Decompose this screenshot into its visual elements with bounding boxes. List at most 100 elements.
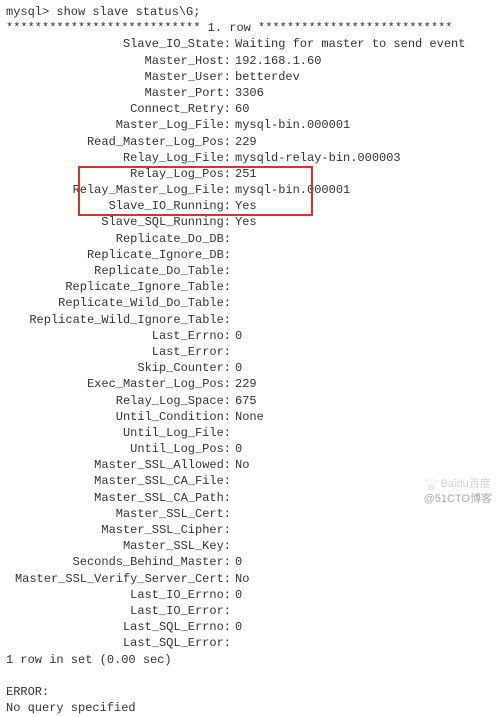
status-field-label: Replicate_Ignore_Table: bbox=[6, 279, 231, 295]
status-field-value: 0 bbox=[231, 587, 242, 603]
status-field-label: Replicate_Do_DB: bbox=[6, 231, 231, 247]
status-fields: Slave_IO_State:Waiting for master to sen… bbox=[6, 36, 494, 651]
status-field-label: Replicate_Wild_Ignore_Table: bbox=[6, 312, 231, 328]
status-field-row: Relay_Log_Pos:251 bbox=[6, 166, 494, 182]
status-field-value: 675 bbox=[231, 393, 257, 409]
blank-line bbox=[6, 668, 494, 684]
status-field-row: Relay_Log_File:mysqld-relay-bin.000003 bbox=[6, 150, 494, 166]
status-field-row: Last_SQL_Error: bbox=[6, 635, 494, 651]
status-field-value: mysqld-relay-bin.000003 bbox=[231, 150, 401, 166]
status-field-row: Until_Log_Pos:0 bbox=[6, 441, 494, 457]
status-field-value: 229 bbox=[231, 134, 257, 150]
row-header: *************************** 1. row *****… bbox=[6, 20, 494, 36]
status-field-label: Master_SSL_CA_File: bbox=[6, 473, 231, 489]
status-field-row: Relay_Log_Space:675 bbox=[6, 393, 494, 409]
status-field-value: Waiting for master to send event bbox=[231, 36, 465, 52]
status-field-row: Last_Error: bbox=[6, 344, 494, 360]
status-field-label: Master_SSL_Verify_Server_Cert: bbox=[6, 571, 231, 587]
status-field-row: Replicate_Ignore_Table: bbox=[6, 279, 494, 295]
status-field-value: betterdev bbox=[231, 69, 300, 85]
status-field-label: Until_Log_Pos: bbox=[6, 441, 231, 457]
status-field-label: Replicate_Wild_Do_Table: bbox=[6, 295, 231, 311]
status-field-label: Slave_IO_Running: bbox=[6, 198, 231, 214]
status-field-row: Master_SSL_CA_Path: bbox=[6, 490, 494, 506]
status-field-value: No bbox=[231, 457, 249, 473]
status-field-label: Master_SSL_Cipher: bbox=[6, 522, 231, 538]
status-field-value: 251 bbox=[231, 166, 257, 182]
error-message: No query specified bbox=[6, 700, 494, 716]
status-field-row: Skip_Counter:0 bbox=[6, 360, 494, 376]
status-field-label: Master_Port: bbox=[6, 85, 231, 101]
status-field-label: Read_Master_Log_Pos: bbox=[6, 134, 231, 150]
status-field-label: Last_Error: bbox=[6, 344, 231, 360]
status-field-row: Last_IO_Error: bbox=[6, 603, 494, 619]
status-field-row: Master_SSL_Verify_Server_Cert:No bbox=[6, 571, 494, 587]
status-field-row: Replicate_Wild_Ignore_Table: bbox=[6, 312, 494, 328]
status-field-label: Slave_IO_State: bbox=[6, 36, 231, 52]
status-field-label: Master_SSL_Key: bbox=[6, 538, 231, 554]
status-field-label: Seconds_Behind_Master: bbox=[6, 554, 231, 570]
status-field-label: Replicate_Ignore_DB: bbox=[6, 247, 231, 263]
status-field-label: Master_SSL_Allowed: bbox=[6, 457, 231, 473]
status-field-value: 0 bbox=[231, 554, 242, 570]
status-field-row: Master_SSL_Key: bbox=[6, 538, 494, 554]
status-field-row: Read_Master_Log_Pos:229 bbox=[6, 134, 494, 150]
status-field-label: Master_Log_File: bbox=[6, 117, 231, 133]
watermark-paw-icon bbox=[424, 478, 438, 492]
status-field-label: Last_SQL_Errno: bbox=[6, 619, 231, 635]
status-field-label: Relay_Master_Log_File: bbox=[6, 182, 231, 198]
status-field-row: Last_SQL_Errno:0 bbox=[6, 619, 494, 635]
status-field-value: mysql-bin.000001 bbox=[231, 117, 350, 133]
status-field-value: 3306 bbox=[231, 85, 264, 101]
status-field-label: Relay_Log_Space: bbox=[6, 393, 231, 409]
status-field-row: Master_Log_File:mysql-bin.000001 bbox=[6, 117, 494, 133]
status-field-row: Replicate_Do_DB: bbox=[6, 231, 494, 247]
terminal-output: mysql> show slave status\G; ************… bbox=[6, 4, 494, 716]
status-field-label: Replicate_Do_Table: bbox=[6, 263, 231, 279]
status-field-value: mysql-bin.000001 bbox=[231, 182, 350, 198]
status-field-row: Last_IO_Errno:0 bbox=[6, 587, 494, 603]
status-field-row: Until_Log_File: bbox=[6, 425, 494, 441]
status-field-label: Master_SSL_Cert: bbox=[6, 506, 231, 522]
status-field-label: Master_User: bbox=[6, 69, 231, 85]
status-field-value: Yes bbox=[231, 198, 257, 214]
status-field-value: None bbox=[231, 409, 264, 425]
status-field-row: Slave_IO_Running:Yes bbox=[6, 198, 494, 214]
status-field-row: Master_Host:192.168.1.60 bbox=[6, 53, 494, 69]
status-field-label: Relay_Log_File: bbox=[6, 150, 231, 166]
status-field-row: Replicate_Wild_Do_Table: bbox=[6, 295, 494, 311]
status-field-label: Exec_Master_Log_Pos: bbox=[6, 376, 231, 392]
status-field-row: Connect_Retry:60 bbox=[6, 101, 494, 117]
status-field-row: Seconds_Behind_Master:0 bbox=[6, 554, 494, 570]
status-field-label: Until_Condition: bbox=[6, 409, 231, 425]
status-field-row: Last_Errno:0 bbox=[6, 328, 494, 344]
status-field-label: Relay_Log_Pos: bbox=[6, 166, 231, 182]
prompt-line: mysql> show slave status\G; bbox=[6, 4, 494, 20]
error-label: ERROR: bbox=[6, 684, 494, 700]
status-field-label: Master_Host: bbox=[6, 53, 231, 69]
watermark-credit: @51CTO博客 bbox=[424, 492, 492, 507]
status-field-label: Last_Errno: bbox=[6, 328, 231, 344]
status-field-row: Relay_Master_Log_File:mysql-bin.000001 bbox=[6, 182, 494, 198]
status-field-row: Slave_SQL_Running:Yes bbox=[6, 214, 494, 230]
status-field-value: 192.168.1.60 bbox=[231, 53, 321, 69]
status-field-row: Until_Condition:None bbox=[6, 409, 494, 425]
status-field-value: 0 bbox=[231, 441, 242, 457]
status-field-row: Master_User:betterdev bbox=[6, 69, 494, 85]
status-field-row: Exec_Master_Log_Pos:229 bbox=[6, 376, 494, 392]
status-field-row: Master_SSL_Cipher: bbox=[6, 522, 494, 538]
status-field-value: 0 bbox=[231, 619, 242, 635]
status-field-value: 229 bbox=[231, 376, 257, 392]
status-field-row: Master_Port:3306 bbox=[6, 85, 494, 101]
status-field-row: Slave_IO_State:Waiting for master to sen… bbox=[6, 36, 494, 52]
status-field-row: Replicate_Ignore_DB: bbox=[6, 247, 494, 263]
status-field-value: 0 bbox=[231, 328, 242, 344]
status-field-label: Slave_SQL_Running: bbox=[6, 214, 231, 230]
result-footer: 1 row in set (0.00 sec) bbox=[6, 652, 494, 668]
status-field-row: Master_SSL_Allowed:No bbox=[6, 457, 494, 473]
status-field-value: 60 bbox=[231, 101, 249, 117]
status-field-label: Skip_Counter: bbox=[6, 360, 231, 376]
status-field-label: Master_SSL_CA_Path: bbox=[6, 490, 231, 506]
status-field-row: Master_SSL_Cert: bbox=[6, 506, 494, 522]
status-field-label: Last_SQL_Error: bbox=[6, 635, 231, 651]
